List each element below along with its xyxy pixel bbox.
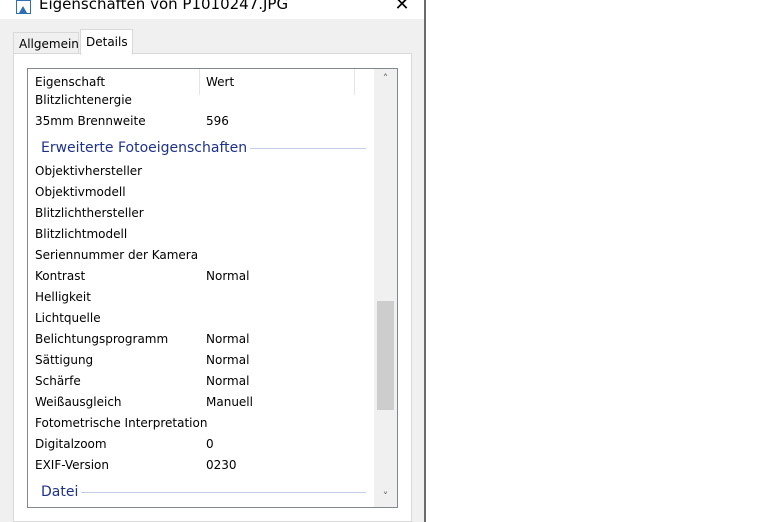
property-name: 35mm Brennweite	[35, 114, 146, 128]
list-item[interactable]: Helligkeit	[28, 287, 374, 308]
list-item[interactable]: Weißausgleich Manuell	[28, 392, 374, 413]
list-item[interactable]: Blitzlichtmodell	[28, 224, 374, 245]
list-item[interactable]: Seriennummer der Kamera	[28, 245, 374, 266]
group-header-extended-photo[interactable]: Erweiterte Fotoeigenschaften	[28, 137, 374, 159]
property-value: Normal	[206, 269, 250, 283]
tab-allgemein[interactable]: Allgemein	[13, 32, 79, 54]
list-item[interactable]: EXIF-Version 0230	[28, 455, 374, 476]
property-name: Belichtungsprogramm	[35, 332, 169, 346]
list-item[interactable]: Sättigung Normal	[28, 350, 374, 371]
property-value: 0230	[206, 458, 237, 472]
property-name: Digitalzoom	[35, 437, 107, 451]
window-border	[424, 0, 426, 522]
group-divider	[41, 492, 366, 493]
vertical-scrollbar[interactable]: ˄ ˅	[374, 69, 397, 507]
list-item[interactable]: Fotometrische Interpretation	[28, 413, 374, 434]
window-title: Eigenschaften von P1010247.JPG	[39, 0, 289, 13]
list-item[interactable]: Digitalzoom 0	[28, 434, 374, 455]
property-name: Weißausgleich	[35, 395, 122, 409]
group-title: Erweiterte Fotoeigenschaften	[41, 138, 251, 158]
property-list[interactable]: Eigenschaft Wert Blitzlichtenergie 35mm …	[27, 68, 398, 508]
list-item[interactable]: Kontrast Normal	[28, 266, 374, 287]
list-item[interactable]: Belichtungsprogramm Normal	[28, 329, 374, 350]
list-item[interactable]: Blitzlichtenergie	[28, 90, 374, 111]
property-name: Helligkeit	[35, 290, 91, 304]
group-title: Datei	[41, 482, 82, 502]
property-name: Seriennummer der Kamera	[35, 248, 199, 262]
property-value: 0	[206, 437, 214, 451]
group-header-file[interactable]: Datei	[28, 481, 374, 503]
list-item[interactable]: Lichtquelle	[28, 308, 374, 329]
property-name: EXIF-Version	[35, 458, 109, 472]
property-value: Manuell	[206, 395, 253, 409]
close-icon[interactable]: ✕	[390, 0, 414, 17]
property-name: Objektivmodell	[35, 185, 126, 199]
property-value: Normal	[206, 353, 250, 367]
list-item[interactable]: Objektivhersteller	[28, 161, 374, 182]
list-item[interactable]: 35mm Brennweite 596	[28, 111, 374, 132]
property-name: Blitzlichthersteller	[35, 206, 144, 220]
property-value: 596	[206, 114, 229, 128]
list-item[interactable]: Schärfe Normal	[28, 371, 374, 392]
list-item[interactable]: Objektivmodell	[28, 182, 374, 203]
properties-dialog: Eigenschaften von P1010247.JPG ✕ Allgeme…	[0, 0, 424, 522]
property-name: Kontrast	[35, 269, 86, 283]
list-item[interactable]: Blitzlichthersteller	[28, 203, 374, 224]
scrollbar-thumb[interactable]	[377, 301, 394, 410]
property-name: Blitzlichtenergie	[35, 93, 132, 107]
chevron-up-icon[interactable]: ˄	[374, 69, 397, 89]
chevron-down-icon[interactable]: ˅	[374, 487, 397, 507]
property-name: Fotometrische Interpretation	[35, 416, 208, 430]
property-name: Sättigung	[35, 353, 94, 367]
tab-details[interactable]: Details	[80, 29, 133, 55]
property-value: Normal	[206, 332, 250, 346]
property-name: Objektivhersteller	[35, 164, 143, 178]
property-name: Schärfe	[35, 374, 81, 388]
title-bar: Eigenschaften von P1010247.JPG ✕	[0, 0, 424, 19]
property-value: Normal	[206, 374, 250, 388]
property-name: Lichtquelle	[35, 311, 101, 325]
image-file-icon	[16, 0, 31, 14]
property-name: Blitzlichtmodell	[35, 227, 128, 241]
